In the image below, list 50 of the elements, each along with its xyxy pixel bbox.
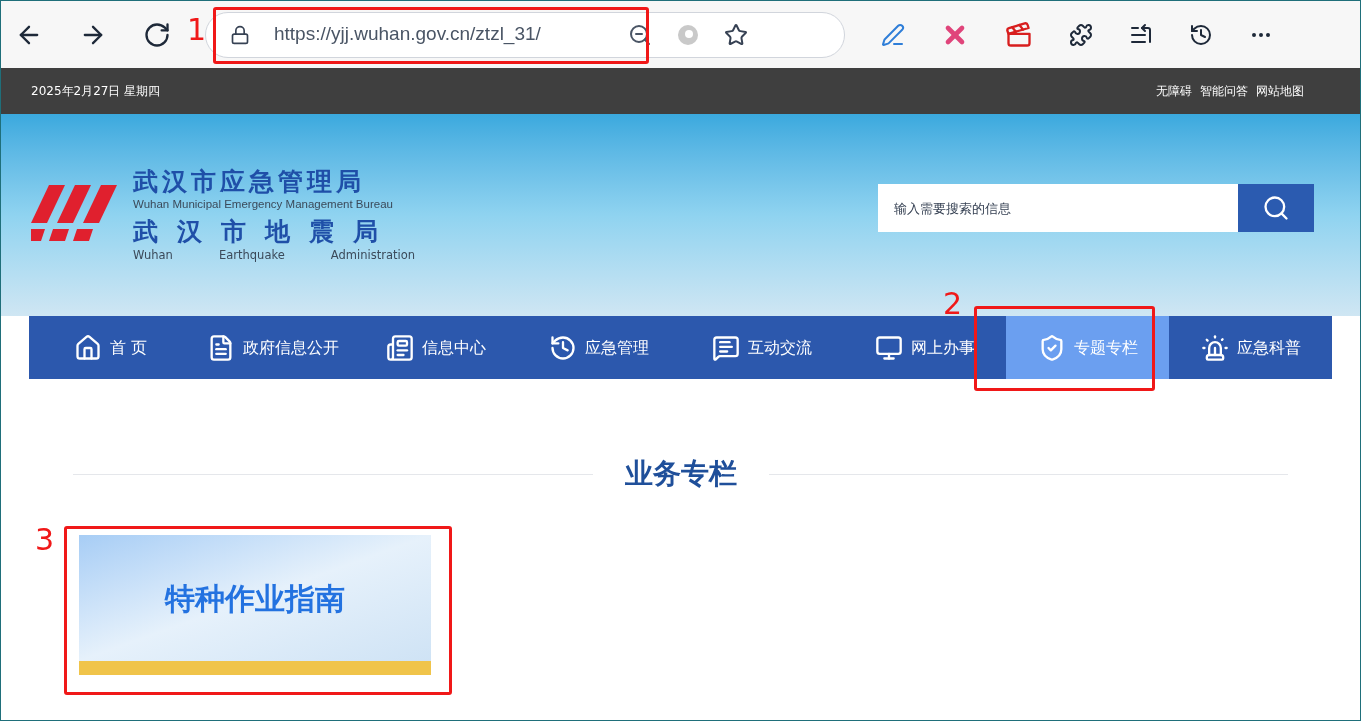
nav-label: 应急科普 [1236, 336, 1301, 359]
nav-label: 互动交流 [747, 336, 812, 359]
top-link[interactable]: 网站地图 [1256, 82, 1304, 100]
seismic-english-word: Wuhan [133, 247, 173, 265]
top-link[interactable]: 无障碍 [1156, 82, 1192, 100]
nav-label: 政府信息公开 [243, 336, 340, 359]
nav-tab[interactable]: 互动交流 [680, 316, 844, 379]
nav-tab[interactable]: 应急科普 [1169, 316, 1332, 379]
nav-label: 应急管理 [585, 336, 650, 359]
top-link[interactable]: 智能问答 [1200, 82, 1248, 100]
search-button[interactable] [1238, 184, 1314, 232]
nav-tab[interactable]: 应急管理 [517, 316, 681, 379]
clock-icon [549, 333, 578, 362]
clapperboard-icon[interactable] [1005, 20, 1033, 49]
search-field[interactable]: 输入需要搜索的信息 [878, 184, 1238, 232]
puzzle-icon[interactable] [1069, 22, 1093, 47]
topic-banner-title: 特种作业指南 [165, 579, 345, 618]
step-number: 2 [943, 289, 963, 319]
topic-banner[interactable]: 特种作业指南 [79, 535, 431, 675]
reload-icon[interactable] [143, 20, 171, 49]
seismic-english-word: Earthquake [218, 247, 285, 265]
address-bar[interactable]: https://yjj.wuhan.gov.cn/ztzl_31/ [205, 11, 845, 58]
history-icon[interactable] [1189, 22, 1213, 47]
nav-tab[interactable]: 网上办事 [843, 316, 1007, 379]
nav-label: 网上办事 [910, 336, 975, 359]
lock-icon [230, 24, 250, 45]
chat-icon [711, 333, 740, 362]
bureau-english-name: Wuhan Municipal Emergency Management Bureau [133, 196, 394, 212]
nav-label: 专题专栏 [1073, 336, 1138, 359]
star-icon[interactable] [724, 22, 748, 47]
seismic-bureau-title: 武汉市地震局 [133, 215, 398, 248]
nav-label: 信息中心 [422, 336, 487, 359]
step-number: 1 [187, 15, 207, 45]
bureau-title: 武汉市应急管理局 [133, 165, 366, 197]
section-title: 业务专栏 [624, 456, 737, 492]
date-text: 2025年2月27日 星期四 [31, 83, 161, 100]
pen-icon[interactable] [881, 22, 905, 47]
search-icon [1262, 194, 1290, 222]
house-icon [73, 333, 102, 362]
monitor-icon [874, 333, 903, 362]
siren-icon [1200, 333, 1229, 362]
newspaper-icon [386, 333, 415, 362]
nav-tab[interactable]: 信息中心 [354, 316, 518, 379]
url-text: https://yjj.wuhan.gov.cn/ztzl_31/ [274, 22, 542, 47]
seismic-english-word: Administration [330, 247, 415, 265]
nav-tab[interactable]: 政府信息公开 [191, 316, 355, 379]
nav-tab[interactable]: 首 页 [29, 316, 192, 379]
nav-label: 首 页 [109, 336, 147, 359]
step-number: 3 [35, 525, 55, 555]
zoom-out-icon[interactable] [628, 22, 652, 47]
